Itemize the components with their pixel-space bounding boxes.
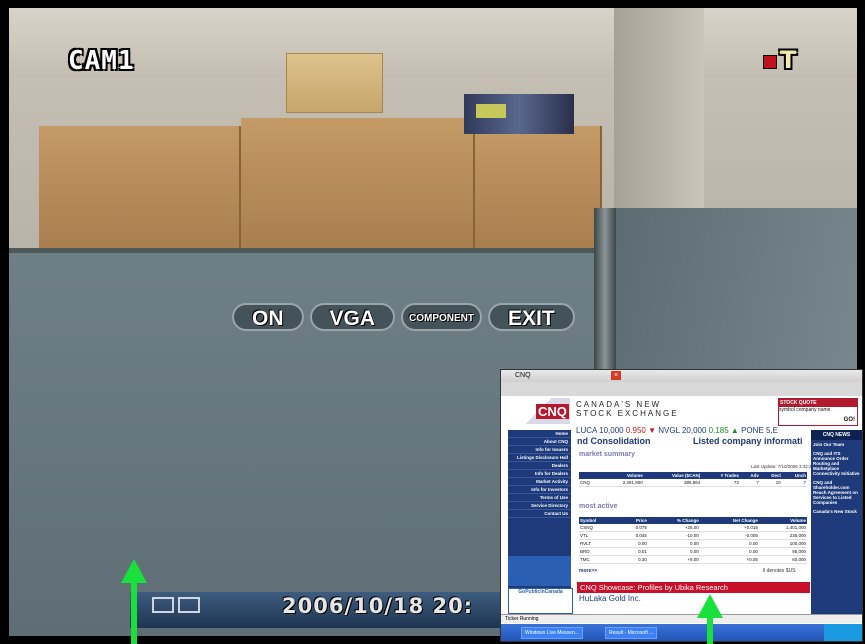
nav-info-dealers[interactable]: Info for Dealers bbox=[508, 470, 571, 478]
news-item[interactable]: CNQ and Shareholder.com Reach Agreement … bbox=[811, 478, 862, 507]
nav-about[interactable]: About CNQ bbox=[508, 438, 571, 446]
table-row[interactable]: BRD 0.01 0.00 0.00 95,000 bbox=[579, 547, 807, 556]
most-active-title: most active bbox=[579, 503, 618, 510]
market-summary-table: Volume Value ($CAN) # Trades Adv Decl Un… bbox=[579, 472, 807, 487]
web-page: CNQ CANADA'S NEW STOCK EXCHANGE STOCK QU… bbox=[501, 396, 862, 614]
currency-note: ll denotes $US bbox=[763, 568, 796, 574]
cabinet-left bbox=[39, 126, 241, 256]
news-item[interactable]: Canada's New Stock bbox=[811, 507, 862, 516]
datetime-display: 2006/10/18 20: bbox=[282, 594, 474, 618]
table-row: CNQ 2,281,900 386,864 73 7 10 7 bbox=[579, 479, 807, 487]
site-header: CNQ CANADA'S NEW STOCK EXCHANGE STOCK QU… bbox=[508, 398, 860, 426]
table-row[interactable]: RVLT 0.00 0.00 0.00 100,000 bbox=[579, 539, 807, 548]
stock-quote-box: STOCK QUOTE symbol company name GO! bbox=[778, 398, 858, 426]
more-link[interactable]: more>> bbox=[579, 568, 597, 574]
stock-ticker: LUCA 10,000 0.950 ▼ NVGL 20,000 0.185 ▲ … bbox=[576, 426, 778, 435]
browser-toolbar bbox=[501, 382, 862, 397]
taskbar-item[interactable]: Result - Microsoft ... bbox=[605, 627, 658, 639]
split-screen-icon bbox=[152, 597, 204, 619]
dvr-screen: CAM1 T ON VGA COMPONENT EXIT 2006/10/18 … bbox=[0, 0, 865, 644]
component-button[interactable]: COMPONENT bbox=[401, 303, 483, 331]
nav-home[interactable]: Home bbox=[508, 430, 571, 438]
close-icon[interactable]: × bbox=[611, 371, 621, 380]
osd-menu: ON VGA COMPONENT EXIT bbox=[232, 303, 575, 331]
window-titlebar: CNQ × bbox=[501, 370, 862, 382]
market-summary-title: market summary bbox=[579, 451, 636, 458]
nav-market-activity[interactable]: Market Activity bbox=[508, 478, 571, 486]
table-header-row: Symbol Price % Change Net Change Volume bbox=[579, 517, 807, 524]
headline-right: Listed company informati bbox=[693, 436, 803, 446]
showcase-banner[interactable]: CNQ Showcase: Profiles by Ubika Research bbox=[577, 582, 810, 593]
company-name-radio[interactable]: company name bbox=[796, 407, 830, 413]
cabinet-right bbox=[475, 126, 602, 256]
record-indicator-icon bbox=[763, 55, 777, 69]
cardboard-box bbox=[286, 53, 383, 113]
news-title: CNQ NEWS bbox=[811, 430, 862, 440]
exit-button[interactable]: EXIT bbox=[488, 303, 575, 331]
table-row[interactable]: CSNQ 0.075 +25.00 +0.015 1,401,000 bbox=[579, 524, 807, 532]
nav-dealers[interactable]: Dealers bbox=[508, 462, 571, 470]
taskbar-item[interactable]: Windows Live Messen... bbox=[521, 627, 583, 639]
nav-disclosure[interactable]: Listings Disclosure Hall bbox=[508, 454, 571, 462]
nav-ad-banner[interactable] bbox=[508, 556, 571, 586]
browser-status-bar: Ticker Running bbox=[501, 614, 862, 623]
table-header-row: Volume Value ($CAN) # Trades Adv Decl Un… bbox=[579, 472, 807, 479]
cnq-logo[interactable]: CNQ bbox=[508, 398, 570, 424]
nav-issuers[interactable]: Info for Issuers bbox=[508, 446, 571, 454]
table-row[interactable]: VTL 0.045 -10.00 -0.005 235,000 bbox=[579, 531, 807, 540]
record-mode-label: T bbox=[780, 46, 797, 74]
symbol-radio[interactable]: symbol bbox=[779, 407, 795, 413]
right-news-panel: CNQ NEWS Join Our Team CNQ and ITS Annou… bbox=[811, 430, 862, 614]
cabinet-middle bbox=[241, 118, 475, 256]
pip-browser-window: CNQ × CNQ CANADA'S NEW STOCK EXCHANGE ST… bbox=[500, 369, 863, 642]
nav-service-directory[interactable]: Service Directory bbox=[508, 502, 571, 510]
system-tray bbox=[824, 624, 862, 641]
headline-left: nd Consolidation bbox=[577, 436, 651, 446]
gopublic-ad[interactable]: GoPublicInCanada bbox=[508, 588, 573, 614]
table-row[interactable]: TMC 0.30 +9.00 +0.05 60,000 bbox=[579, 555, 807, 564]
showcase-company[interactable]: HuLaka Gold Inc. bbox=[579, 594, 641, 603]
news-item[interactable]: Join Our Team bbox=[811, 440, 862, 449]
nav-contact[interactable]: Contact Us bbox=[508, 510, 571, 518]
ceiling-shade bbox=[9, 8, 857, 78]
go-button[interactable]: GO! bbox=[844, 417, 855, 423]
camera-label: CAM1 bbox=[68, 46, 135, 76]
on-button[interactable]: ON bbox=[232, 303, 304, 331]
window-title: CNQ bbox=[515, 372, 531, 379]
nav-terms[interactable]: Terms of Use bbox=[508, 494, 571, 502]
vga-button[interactable]: VGA bbox=[309, 303, 396, 331]
site-name: CANADA'S NEW STOCK EXCHANGE bbox=[576, 400, 679, 418]
news-item[interactable]: CNQ and ITS Announce Order Routing and M… bbox=[811, 449, 862, 478]
nav-investors[interactable]: Info for Investors bbox=[508, 486, 571, 494]
most-active-table: Symbol Price % Change Net Change Volume … bbox=[579, 517, 807, 564]
binder bbox=[464, 94, 574, 134]
windows-taskbar: Windows Live Messen... Result - Microsof… bbox=[501, 624, 862, 641]
